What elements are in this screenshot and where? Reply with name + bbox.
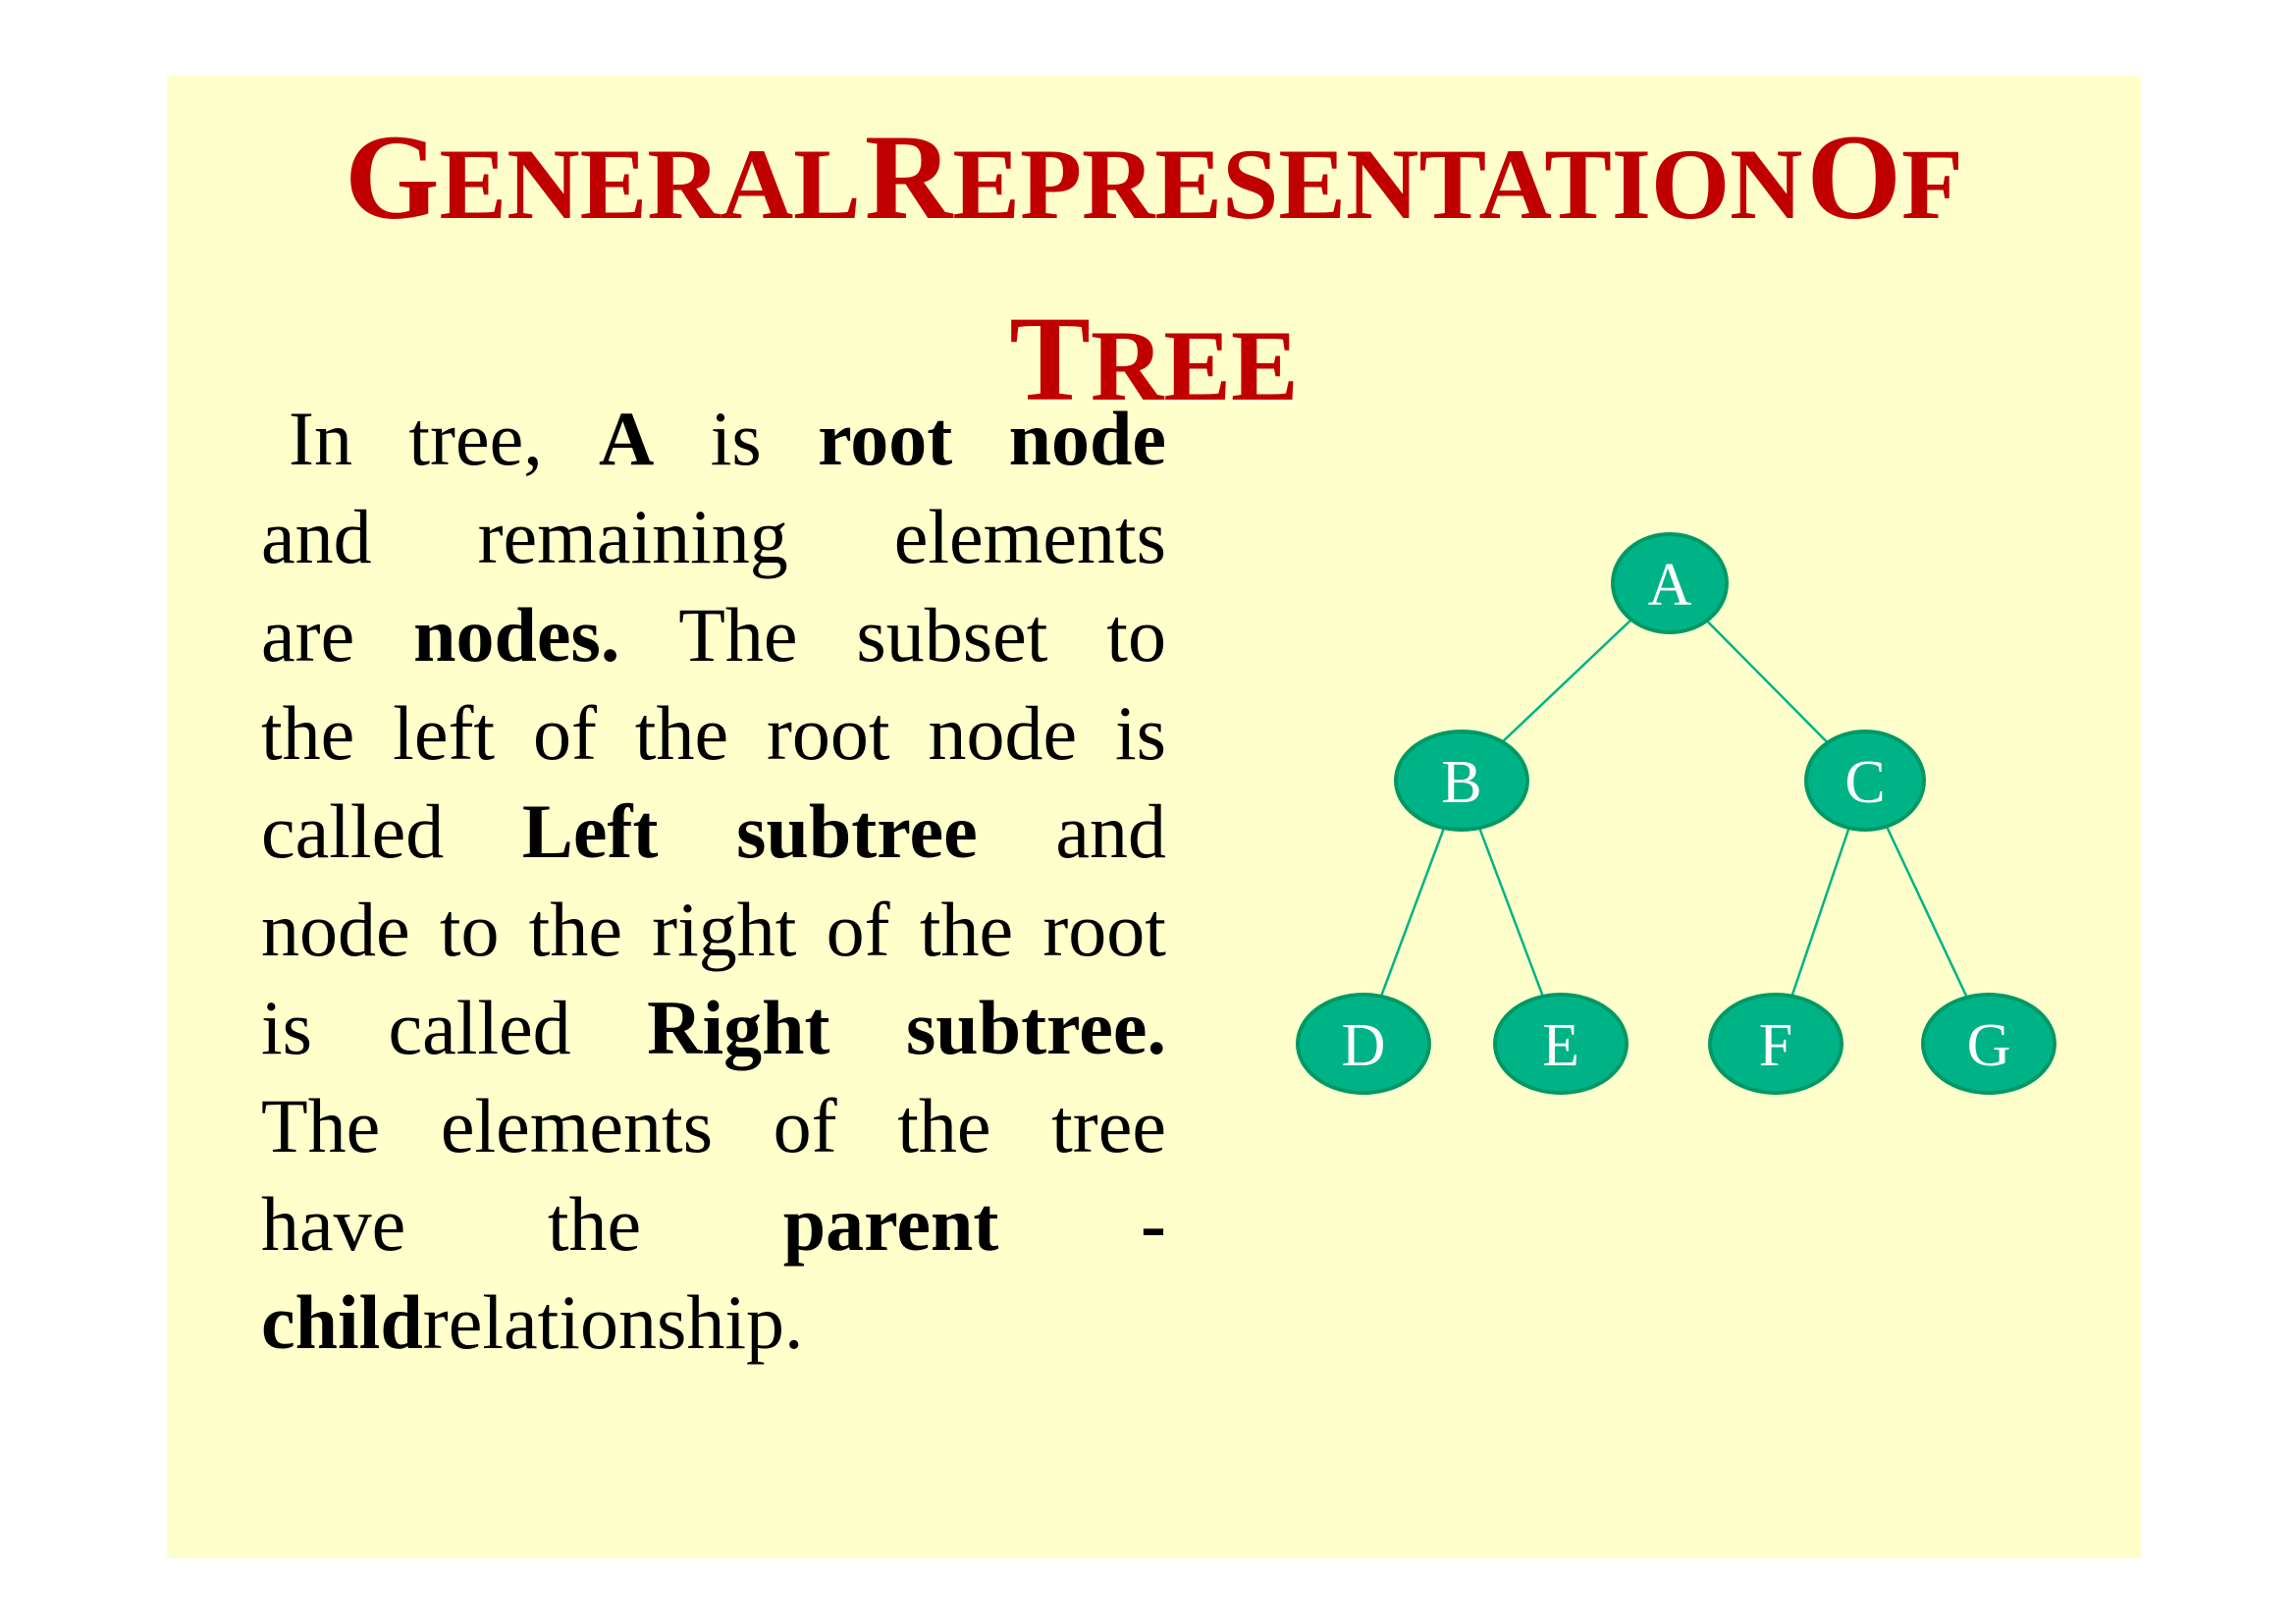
tree-node-E: E bbox=[1493, 993, 1629, 1095]
node-label: E bbox=[1542, 1012, 1579, 1079]
node-label: B bbox=[1441, 749, 1481, 816]
edge-C-G bbox=[1885, 826, 1968, 999]
tree-node-A: A bbox=[1611, 532, 1729, 634]
binary-tree-diagram: A B C D E F G bbox=[1296, 532, 2056, 1095]
edge-A-C bbox=[1705, 620, 1829, 744]
tree-node-C: C bbox=[1804, 730, 1926, 832]
tree-node-D: D bbox=[1296, 993, 1431, 1095]
node-label: C bbox=[1844, 749, 1885, 816]
edge-B-D bbox=[1379, 827, 1446, 998]
node-label: A bbox=[1648, 552, 1692, 619]
tree-node-G: G bbox=[1921, 993, 2056, 1095]
node-label: G bbox=[1967, 1012, 2011, 1079]
tree-node-F: F bbox=[1708, 993, 1843, 1095]
tree-node-B: B bbox=[1394, 730, 1529, 832]
edge-B-E bbox=[1477, 827, 1545, 998]
node-label: D bbox=[1342, 1012, 1386, 1079]
edge-A-B bbox=[1501, 619, 1632, 743]
node-label: F bbox=[1759, 1012, 1792, 1079]
edge-C-F bbox=[1790, 827, 1850, 997]
